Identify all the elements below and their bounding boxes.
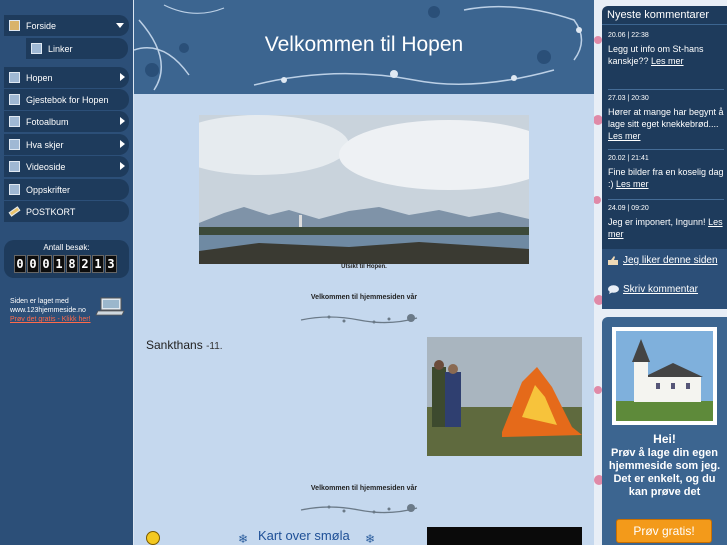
chevron-down-icon bbox=[116, 23, 124, 28]
counter-digit: 0 bbox=[14, 255, 26, 273]
counter-digit: 8 bbox=[66, 255, 78, 273]
left-sidebar: Forside Linker Hopen Gjestebok for Hopen… bbox=[0, 0, 133, 545]
snowflake-icon: ❄ bbox=[238, 532, 249, 545]
counter-label: Antall besøk: bbox=[43, 243, 90, 252]
counter-digit: 1 bbox=[53, 255, 65, 273]
map-embed[interactable] bbox=[427, 527, 582, 545]
comment-item: 20.06 | 22:38 Legg ut info om St-hans ka… bbox=[608, 30, 724, 67]
nav-item-linker[interactable]: Linker bbox=[26, 38, 128, 59]
comment-date: 20.06 | 22:38 bbox=[608, 32, 649, 39]
counter-digit: 0 bbox=[40, 255, 52, 273]
comment-date: 20.02 | 21:41 bbox=[608, 155, 649, 162]
read-more-link[interactable]: Les mer bbox=[651, 56, 684, 66]
welcome-text: Velkommen til hjemmesiden vår bbox=[310, 485, 418, 492]
page-icon bbox=[9, 72, 20, 83]
sankthans-heading: Sankthans -11. bbox=[146, 338, 223, 352]
church-photo bbox=[612, 327, 717, 425]
nav-label: Forside bbox=[26, 20, 57, 31]
nav-item-postkort[interactable]: POSTKORT bbox=[4, 201, 129, 222]
sankthans-year: -11. bbox=[206, 341, 223, 352]
read-more-link[interactable]: Les mer bbox=[616, 179, 649, 189]
nav-label: Hopen bbox=[26, 72, 53, 83]
chevron-right-icon bbox=[120, 117, 125, 125]
page-icon bbox=[9, 184, 20, 195]
comment-item: 20.02 | 21:41 Fine bilder fra en koselig… bbox=[608, 153, 724, 190]
counter-digits: 0 0 0 1 8 2 1 3 bbox=[14, 255, 117, 273]
nav-label: Videoside bbox=[26, 161, 66, 172]
nav-label: POSTKORT bbox=[26, 206, 76, 217]
chevron-right-icon bbox=[120, 73, 125, 81]
comment-date: 24.09 | 09:20 bbox=[608, 205, 649, 212]
photo-caption: Utsikt til Hopen. bbox=[341, 264, 387, 270]
promo-heading: Hei! bbox=[653, 432, 676, 446]
comments-title: Nyeste kommentarer bbox=[602, 6, 727, 25]
welcome-text: Velkommen til hjemmesiden vår bbox=[310, 294, 418, 301]
chevron-right-icon bbox=[120, 162, 125, 170]
vine-divider bbox=[300, 504, 418, 514]
pencil-icon bbox=[8, 206, 21, 217]
counter-digit: 3 bbox=[105, 255, 117, 273]
chevron-right-icon bbox=[120, 140, 125, 148]
promo-text: Prøv å lage din egen hjemmeside som jeg.… bbox=[608, 447, 721, 498]
made-with-line1: Siden er laget med bbox=[10, 298, 69, 305]
like-button[interactable]: Jeg liker denne siden bbox=[608, 255, 724, 267]
video-icon bbox=[9, 161, 20, 172]
nav-label: Linker bbox=[48, 43, 73, 54]
comment-text: Hører at mange har begynt å lage sitt eg… bbox=[608, 107, 724, 129]
page-title: Velkommen til Hopen bbox=[264, 33, 464, 56]
page-icon bbox=[31, 43, 42, 54]
thumbs-up-icon bbox=[608, 255, 618, 265]
nav-label: Oppskrifter bbox=[26, 184, 71, 195]
divider bbox=[608, 199, 724, 200]
nav-item-hopen[interactable]: Hopen bbox=[4, 67, 129, 88]
photo-icon bbox=[9, 116, 20, 127]
like-panel: Jeg liker denne siden Skriv kommentar bbox=[602, 249, 727, 309]
try-free-button[interactable]: Prøv gratis! bbox=[616, 519, 712, 543]
page-icon bbox=[9, 139, 20, 150]
comment-item: 24.09 | 09:20 Jeg er imponert, Ingunn! L… bbox=[608, 203, 724, 240]
nav-label: Hva skjer bbox=[26, 139, 64, 150]
visitor-counter: Antall besøk: 0 0 0 1 8 2 1 3 bbox=[4, 240, 129, 278]
comment-text: Jeg er imponert, Ingunn! bbox=[608, 217, 709, 227]
speech-bubble-icon bbox=[608, 285, 619, 294]
write-comment-label: Skriv kommentar bbox=[623, 284, 699, 295]
made-with-notice: Siden er laget med www.123hjemmeside.no … bbox=[10, 297, 130, 324]
try-free-link[interactable]: Prøv det gratis - Klikk her! bbox=[10, 316, 91, 323]
counter-digit: 2 bbox=[79, 255, 91, 273]
map-heading: Kart over smøla bbox=[258, 528, 350, 543]
snowflake-icon: ❄ bbox=[365, 532, 376, 545]
nav-item-gjestebok[interactable]: Gjestebok for Hopen bbox=[4, 89, 129, 110]
nav-item-forside[interactable]: Forside bbox=[4, 15, 129, 36]
nav-item-fotoalbum[interactable]: Fotoalbum bbox=[4, 111, 129, 132]
main-content: Utsikt til Hopen. Velkommen til hjemmesi… bbox=[134, 94, 594, 545]
home-icon bbox=[9, 20, 20, 31]
sankthans-title: Sankthans bbox=[146, 338, 203, 352]
nav-label: Gjestebok for Hopen bbox=[26, 94, 109, 105]
nav-label: Fotoalbum bbox=[26, 116, 69, 127]
counter-digit: 1 bbox=[92, 255, 104, 273]
comment-date: 27.03 | 20:30 bbox=[608, 95, 649, 102]
smiley-icon bbox=[146, 531, 160, 545]
counter-digit: 0 bbox=[27, 255, 39, 273]
nav-item-videoside[interactable]: Videoside bbox=[4, 156, 129, 177]
bonfire-photo[interactable] bbox=[427, 337, 582, 456]
hopen-view-photo[interactable] bbox=[199, 115, 529, 264]
nav-item-oppskrifter[interactable]: Oppskrifter bbox=[4, 179, 129, 200]
page-header: Velkommen til Hopen bbox=[134, 0, 594, 94]
promo-panel: Hei! Prøv å lage din egen hjemmeside som… bbox=[602, 317, 727, 545]
write-comment-button[interactable]: Skriv kommentar bbox=[608, 284, 724, 296]
divider bbox=[608, 89, 724, 90]
like-label: Jeg liker denne siden bbox=[623, 255, 718, 266]
read-more-link[interactable]: Les mer bbox=[608, 131, 641, 141]
made-with-link[interactable]: www.123hjemmeside.no bbox=[10, 307, 86, 314]
nav-item-hva-skjer[interactable]: Hva skjer bbox=[4, 134, 129, 155]
comment-item: 27.03 | 20:30 Hører at mange har begynt … bbox=[608, 93, 724, 142]
vine-divider bbox=[300, 314, 418, 324]
book-icon bbox=[9, 94, 20, 105]
divider bbox=[608, 149, 724, 150]
